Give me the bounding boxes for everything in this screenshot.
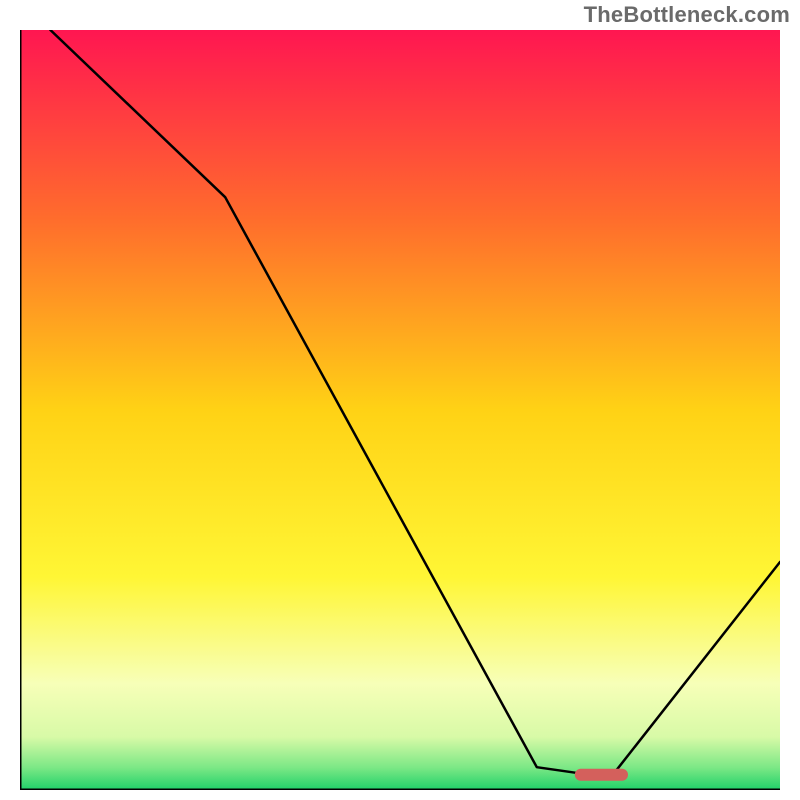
chart-stage: TheBottleneck.com: [0, 0, 800, 800]
bottleneck-chart: [20, 30, 780, 790]
watermark-text: TheBottleneck.com: [584, 2, 790, 28]
optimal-marker: [575, 769, 628, 781]
gradient-background: [20, 30, 780, 790]
